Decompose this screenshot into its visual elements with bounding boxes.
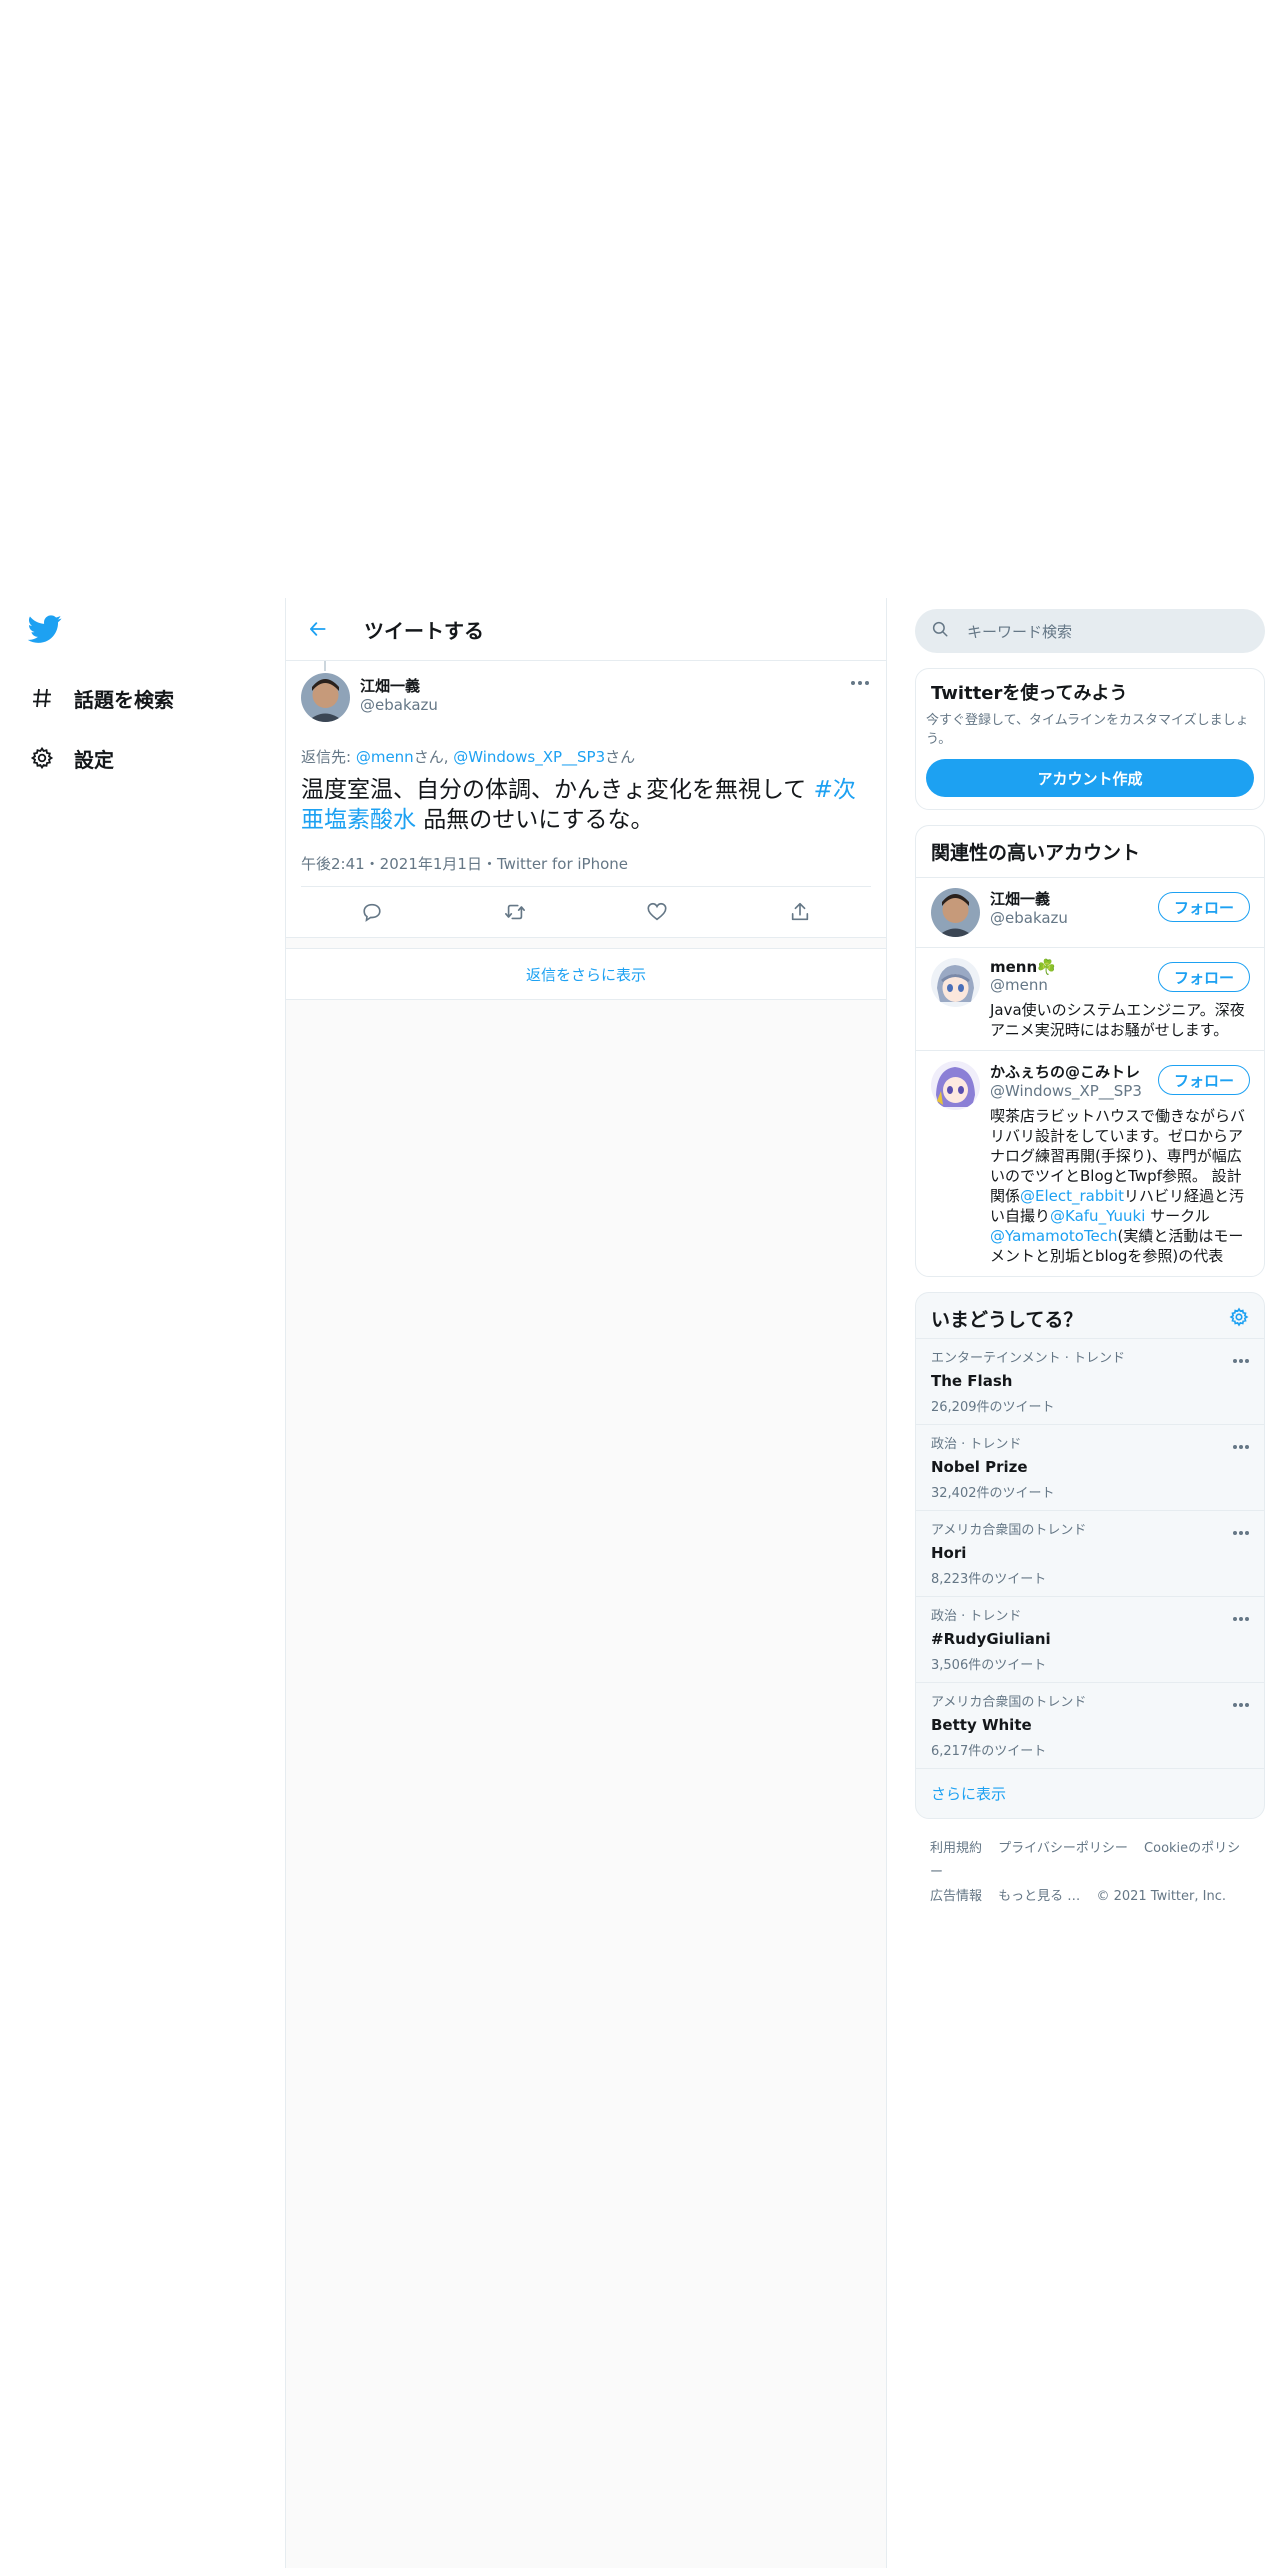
reply-mention-link[interactable]: @Windows_XP__SP3 xyxy=(453,748,605,766)
trend-title: #RudyGiuliani xyxy=(931,1630,1051,1648)
follow-button[interactable]: フォロー xyxy=(1158,1065,1250,1095)
trend-title: Betty White xyxy=(931,1716,1032,1734)
avatar[interactable] xyxy=(931,958,980,1007)
promo-title: Twitterを使ってみよう xyxy=(931,683,1128,704)
trend-context: アメリカ合衆国のトレンド xyxy=(931,1523,1087,1538)
more-options-icon[interactable] xyxy=(849,675,871,689)
main-column: ツイートする 江畑一義 @ebakazu 返信先: @mennさん, @Wind… xyxy=(285,598,887,2568)
thread-line xyxy=(324,661,326,671)
twitter-logo-icon[interactable] xyxy=(27,612,62,646)
more-options-icon[interactable] xyxy=(1232,1437,1250,1449)
tweet-actions xyxy=(301,887,871,937)
nav-item-settings[interactable]: 設定 xyxy=(28,728,258,788)
tweet-text-part: 温度室温、自分の体調、かんきょ変化を無視して xyxy=(301,777,814,803)
trend-count: 32,402件のツイート xyxy=(931,1486,1055,1501)
related-accounts-card: 関連性の高いアカウント 江畑一義 @ebakazu フォロー menn☘️ @m… xyxy=(915,825,1265,1277)
account-item[interactable]: menn☘️ @menn Java使いのシステムエンジニア。深夜アニメ実況時には… xyxy=(916,947,1264,1050)
retweet-icon[interactable] xyxy=(502,899,528,925)
avatar[interactable] xyxy=(931,1061,980,1110)
reply-icon[interactable] xyxy=(359,899,385,925)
tweet-text: 温度室温、自分の体調、かんきょ変化を無視して #次亜塩素酸水 品無のせいにするな… xyxy=(301,775,871,835)
trend-title: Hori xyxy=(931,1544,967,1562)
trend-count: 6,217件のツイート xyxy=(931,1744,1047,1759)
trend-title: The Flash xyxy=(931,1372,1013,1390)
search-input[interactable]: キーワード検索 xyxy=(967,621,1072,642)
hashtag-icon xyxy=(28,684,56,712)
avatar[interactable] xyxy=(301,673,350,722)
footer-link[interactable]: プライバシーポリシー xyxy=(998,1841,1128,1856)
trend-item[interactable]: アメリカ合衆国のトレンド Hori 8,223件のツイート xyxy=(916,1510,1264,1596)
signup-promo-card: Twitterを使ってみよう 今すぐ登録して、タイムラインをカスタマイズしましょ… xyxy=(915,668,1265,810)
trend-count: 26,209件のツイート xyxy=(931,1400,1055,1415)
account-bio: Java使いのシステムエンジニア。深夜アニメ実況時にはお騒がせします。 xyxy=(990,1001,1245,1039)
left-navigation: 話題を検索 設定 xyxy=(27,612,258,788)
trends-title: いまどうしてる？ xyxy=(931,1309,1083,1331)
trend-count: 8,223件のツイート xyxy=(931,1572,1047,1587)
account-name[interactable]: 江畑一義 xyxy=(990,888,1150,909)
account-name[interactable]: menn☘️ xyxy=(990,958,1150,976)
more-options-icon[interactable] xyxy=(1232,1609,1250,1621)
tweet-author-name[interactable]: 江畑一義 xyxy=(360,675,438,696)
trends-settings-gear-icon[interactable] xyxy=(1229,1307,1249,1331)
copyright: © 2021 Twitter, Inc. xyxy=(1096,1889,1226,1904)
reply-mention-link[interactable]: @menn xyxy=(356,748,414,766)
page-title: ツイートする xyxy=(364,618,484,643)
trend-item[interactable]: 政治 · トレンド Nobel Prize 32,402件のツイート xyxy=(916,1424,1264,1510)
gear-icon xyxy=(28,744,56,772)
search-icon xyxy=(931,620,949,642)
search-bar[interactable]: キーワード検索 xyxy=(915,609,1265,653)
trend-item[interactable]: 政治 · トレンド #RudyGiuliani 3,506件のツイート xyxy=(916,1596,1264,1682)
related-accounts-title: 関連性の高いアカウント xyxy=(931,842,1141,864)
follow-button[interactable]: フォロー xyxy=(1158,962,1250,992)
bio-text: サークル xyxy=(1145,1207,1210,1225)
nav-item-label: 話題を検索 xyxy=(74,687,174,712)
footer-link[interactable]: 利用規約 xyxy=(930,1841,982,1856)
reply-prefix: 返信先: xyxy=(301,748,356,766)
avatar[interactable] xyxy=(931,888,980,937)
right-sidebar: キーワード検索 Twitterを使ってみよう 今すぐ登録して、タイムラインをカス… xyxy=(915,609,1265,1927)
back-arrow-icon[interactable] xyxy=(300,611,336,647)
account-bio: 喫茶店ラビットハウスで働きながらバリバリ設計をしています。ゼロからアナログ練習再… xyxy=(990,1106,1249,1266)
tweet: 江畑一義 @ebakazu 返信先: @mennさん, @Windows_XP_… xyxy=(286,661,886,938)
trends-card: いまどうしてる？ エンターテインメント · トレンド The Flash 26,… xyxy=(915,1292,1265,1819)
reply-suffix: さん xyxy=(605,748,636,766)
show-more-replies-button[interactable]: 返信をさらに表示 xyxy=(286,948,886,1000)
column-header: ツイートする xyxy=(286,598,886,661)
bio-mention-link[interactable]: @Kafu_Yuuki xyxy=(1050,1207,1145,1225)
trend-context: エンターテインメント · トレンド xyxy=(931,1351,1126,1366)
trend-title: Nobel Prize xyxy=(931,1458,1028,1476)
trend-item[interactable]: エンターテインメント · トレンド The Flash 26,209件のツイート xyxy=(916,1338,1264,1424)
trend-count: 3,506件のツイート xyxy=(931,1658,1047,1673)
account-item[interactable]: かふぇちの@こみトレ @Windows_XP__SP3 喫茶店ラビットハウスで働… xyxy=(916,1050,1264,1276)
footer-link[interactable]: もっと見る … xyxy=(998,1889,1080,1904)
footer-link[interactable]: 広告情報 xyxy=(930,1889,982,1904)
trend-item[interactable]: アメリカ合衆国のトレンド Betty White 6,217件のツイート xyxy=(916,1682,1264,1768)
footer: 利用規約 プライバシーポリシー Cookieのポリシー 広告情報 もっと見る …… xyxy=(915,1819,1265,1927)
like-heart-icon[interactable] xyxy=(644,899,670,925)
tweet-author-handle[interactable]: @ebakazu xyxy=(360,696,438,714)
bio-mention-link[interactable]: @Elect_rabbit xyxy=(1020,1187,1124,1205)
create-account-button[interactable]: アカウント作成 xyxy=(926,759,1254,797)
tweet-text-part: 品無のせいにするな。 xyxy=(416,807,654,833)
more-options-icon[interactable] xyxy=(1232,1695,1250,1707)
bio-mention-link[interactable]: @YamamotoTech xyxy=(990,1227,1118,1245)
show-more-trends-link[interactable]: さらに表示 xyxy=(916,1768,1264,1818)
share-icon[interactable] xyxy=(787,899,813,925)
nav-item-explore[interactable]: 話題を検索 xyxy=(28,668,258,728)
nav-item-label: 設定 xyxy=(74,747,114,772)
trend-context: アメリカ合衆国のトレンド xyxy=(931,1695,1087,1710)
reply-suffix: さん, xyxy=(413,748,454,766)
follow-button[interactable]: フォロー xyxy=(1158,892,1250,922)
promo-description: 今すぐ登録して、タイムラインをカスタマイズしましょう。 xyxy=(926,713,1249,747)
more-options-icon[interactable] xyxy=(1232,1351,1250,1363)
trend-context: 政治 · トレンド xyxy=(931,1609,1022,1624)
tweet-timestamp[interactable]: 午後2:41・2021年1月1日・Twitter for iPhone xyxy=(301,853,871,887)
account-name[interactable]: かふぇちの@こみトレ xyxy=(990,1061,1150,1082)
replying-to: 返信先: @mennさん, @Windows_XP__SP3さん xyxy=(301,746,871,767)
trend-context: 政治 · トレンド xyxy=(931,1437,1022,1452)
more-options-icon[interactable] xyxy=(1232,1523,1250,1535)
account-item[interactable]: 江畑一義 @ebakazu フォロー xyxy=(916,877,1264,947)
